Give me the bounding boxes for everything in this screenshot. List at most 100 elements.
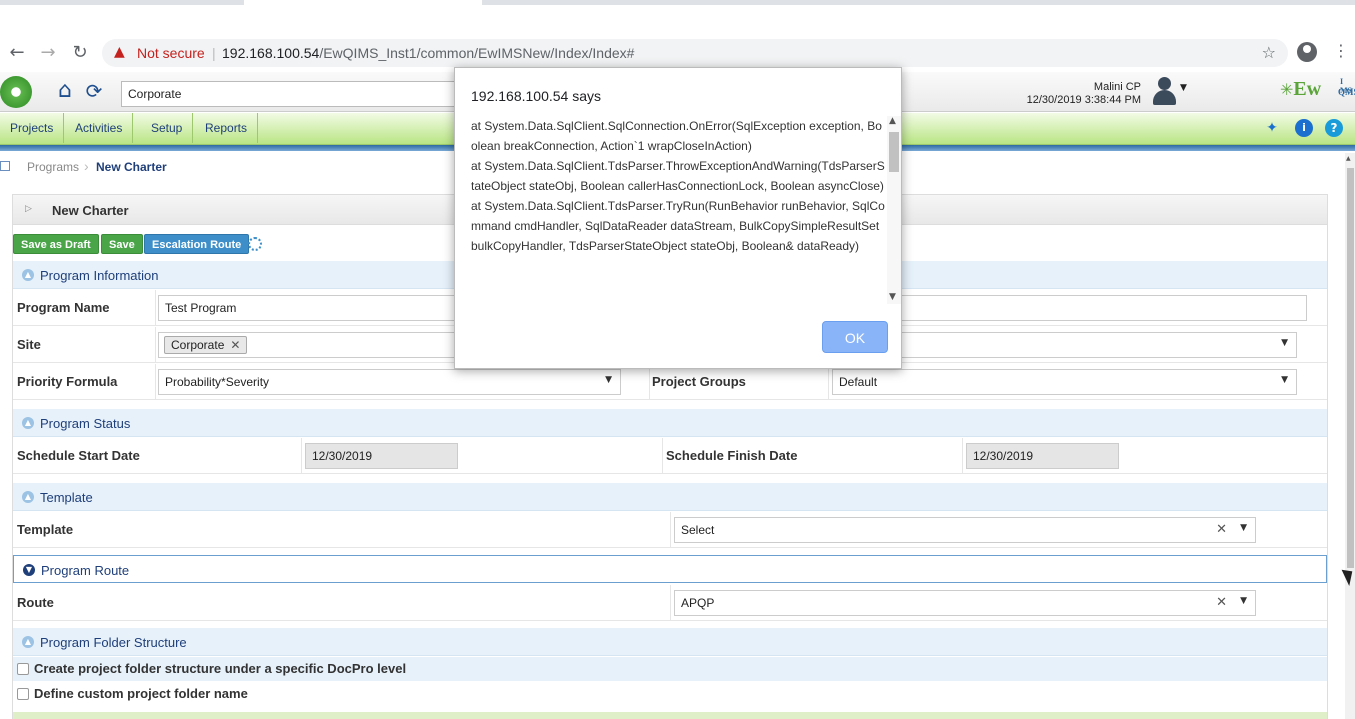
row-template: Template Select ✕ ▼ bbox=[13, 512, 1327, 548]
reload-icon[interactable]: ↻ bbox=[69, 42, 91, 64]
help-icon[interactable]: ? bbox=[1325, 119, 1343, 137]
template-label: Template bbox=[17, 522, 74, 537]
url-host: 192.168.100.54 bbox=[222, 45, 320, 61]
tabstrip-bar bbox=[0, 0, 1355, 5]
brand-flower-icon: ✳ bbox=[1280, 80, 1294, 99]
priority-formula-select[interactable]: Probability*Severity ▼ bbox=[158, 369, 621, 395]
breadcrumb-programs[interactable]: Programs bbox=[27, 160, 79, 174]
section-title: Program Information bbox=[40, 268, 159, 283]
schedule-start-input: 12/30/2019 bbox=[305, 443, 458, 469]
site-label: Site bbox=[17, 337, 41, 352]
site-tag[interactable]: Corporate ✕ bbox=[164, 336, 248, 354]
page-scrollbar-thumb[interactable] bbox=[1347, 168, 1354, 568]
user-menu-caret-icon[interactable]: ▼ bbox=[1180, 83, 1187, 93]
route-select[interactable]: APQP ✕ ▼ bbox=[674, 590, 1256, 616]
remove-tag-icon[interactable]: ✕ bbox=[230, 338, 240, 352]
dialog-scrollbar-thumb[interactable] bbox=[889, 132, 899, 172]
site-tag-label: Corporate bbox=[171, 338, 225, 352]
panel-expand-icon[interactable]: ▷ bbox=[25, 204, 32, 214]
user-avatar-icon[interactable] bbox=[1151, 77, 1177, 105]
section-program-route[interactable]: ▼ Program Route bbox=[13, 555, 1327, 583]
account-icon[interactable] bbox=[1297, 42, 1317, 62]
schedule-finish-input: 12/30/2019 bbox=[966, 443, 1119, 469]
loading-spinner-icon bbox=[248, 237, 262, 251]
escalation-route-button[interactable]: Escalation Route bbox=[144, 234, 250, 254]
menu-projects[interactable]: Projects bbox=[0, 113, 65, 143]
docpro-level-checkbox[interactable] bbox=[17, 663, 29, 675]
bookmark-star-icon[interactable]: ☆ bbox=[1262, 43, 1276, 62]
custom-folder-checkbox[interactable] bbox=[17, 688, 29, 700]
save-as-draft-button[interactable]: Save as Draft bbox=[13, 234, 99, 254]
url-text[interactable]: 192.168.100.54/EwQIMS_Inst1/common/EwIMS… bbox=[222, 45, 634, 61]
program-name-label: Program Name bbox=[17, 300, 110, 315]
priority-formula-label: Priority Formula bbox=[17, 374, 118, 389]
address-bar[interactable]: ▲ Not secure | 192.168.100.54/EwQIMS_Ins… bbox=[102, 39, 1288, 67]
info-icon[interactable]: i bbox=[1295, 119, 1313, 137]
avatar-body bbox=[1153, 90, 1176, 105]
dialog-message[interactable]: at System.Data.SqlClient.SqlConnection.O… bbox=[471, 116, 885, 304]
home-icon[interactable]: ⌂ bbox=[52, 78, 78, 104]
sync-icon[interactable]: ⟳ bbox=[82, 78, 106, 104]
omnibox-separator: | bbox=[212, 45, 216, 61]
project-groups-select[interactable]: Default ▼ bbox=[832, 369, 1297, 395]
cell-divider bbox=[155, 290, 156, 326]
chevron-down-icon: ▼ bbox=[1281, 338, 1288, 348]
avatar-head bbox=[1158, 77, 1171, 90]
chevron-down-icon: ▼ bbox=[1281, 375, 1288, 385]
forward-arrow-icon[interactable]: → bbox=[37, 42, 59, 64]
cell-divider bbox=[649, 364, 650, 400]
project-groups-label: Project Groups bbox=[652, 374, 746, 389]
cell-divider bbox=[828, 364, 829, 400]
dialog-title: 192.168.100.54 says bbox=[471, 88, 601, 104]
site-selector-input[interactable]: Corporate bbox=[121, 81, 461, 107]
row-folder-check-2: Define custom project folder name bbox=[13, 682, 1327, 706]
browser-tabstrip bbox=[0, 0, 1355, 34]
cell-divider bbox=[155, 327, 156, 363]
save-button[interactable]: Save bbox=[101, 234, 143, 254]
cell-divider bbox=[301, 438, 302, 474]
scroll-up-arrow-icon[interactable]: ▲ bbox=[1346, 155, 1351, 162]
cell-divider bbox=[962, 438, 963, 474]
clear-icon[interactable]: ✕ bbox=[1216, 595, 1227, 610]
error-line: at System.Data.SqlClient.SqlConnection.O… bbox=[471, 119, 882, 153]
section-template[interactable]: ▲ Template bbox=[13, 483, 1327, 511]
menu-reports[interactable]: Reports bbox=[195, 113, 259, 143]
collapse-icon: ▲ bbox=[22, 491, 34, 503]
sidebar-toggle-icon[interactable] bbox=[0, 161, 10, 171]
back-arrow-icon[interactable]: ← bbox=[6, 42, 28, 64]
menu-setup[interactable]: Setup bbox=[141, 113, 194, 143]
cell-divider bbox=[670, 512, 671, 548]
dialog-scroll-down-icon[interactable]: ▼ bbox=[889, 292, 896, 302]
schedule-finish-label: Schedule Finish Date bbox=[666, 448, 798, 463]
dialog-scroll-up-icon[interactable]: ▲ bbox=[889, 116, 896, 126]
error-line: at System.Data.SqlClient.TdsParser.Throw… bbox=[471, 159, 885, 193]
section-title: Program Folder Structure bbox=[40, 635, 187, 650]
security-label[interactable]: Not secure bbox=[137, 45, 205, 61]
error-line: at System.Data.SqlClient.TdsParser.TryRu… bbox=[471, 199, 885, 253]
clear-icon[interactable]: ✕ bbox=[1216, 522, 1227, 537]
chevron-down-icon: ▼ bbox=[1240, 596, 1247, 606]
cell-divider bbox=[662, 438, 663, 474]
menu-activities[interactable]: Activities bbox=[65, 113, 134, 143]
row-priority: Priority Formula Probability*Severity ▼ … bbox=[13, 364, 1327, 400]
docpro-level-label[interactable]: Create project folder structure under a … bbox=[34, 661, 406, 676]
expand-icon: ▼ bbox=[23, 564, 35, 576]
url-path: /EwQIMS_Inst1/common/EwIMSNew/Index/Inde… bbox=[319, 45, 635, 61]
active-tab[interactable] bbox=[244, 0, 482, 5]
session-datetime: 12/30/2019 3:38:44 PM bbox=[1026, 94, 1141, 106]
section-program-status[interactable]: ▲ Program Status bbox=[13, 409, 1327, 437]
cell-divider bbox=[670, 585, 671, 621]
ok-button[interactable]: OK bbox=[822, 321, 888, 353]
section-folder-structure[interactable]: ▲ Program Folder Structure bbox=[13, 628, 1327, 656]
pin-icon[interactable]: ✦ bbox=[1263, 119, 1281, 137]
browser-menu-icon[interactable]: ⋮ bbox=[1333, 41, 1349, 60]
section-title: Program Route bbox=[41, 563, 130, 578]
route-label: Route bbox=[17, 595, 54, 610]
collapse-icon: ▲ bbox=[22, 269, 34, 281]
company-logo-icon bbox=[0, 76, 32, 108]
chevron-down-icon: ▼ bbox=[1240, 523, 1247, 533]
warning-triangle-icon: ▲ bbox=[114, 44, 125, 60]
template-select[interactable]: Select ✕ ▼ bbox=[674, 517, 1256, 543]
row-folder-check-1: Create project folder structure under a … bbox=[13, 657, 1327, 681]
custom-folder-label[interactable]: Define custom project folder name bbox=[34, 686, 248, 701]
